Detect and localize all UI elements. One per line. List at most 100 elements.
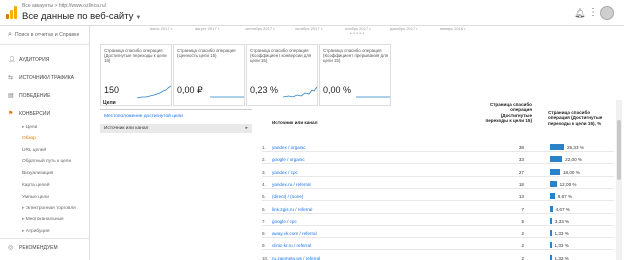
completions-value: 27 — [518, 169, 524, 175]
source-link[interactable]: yandex.ru / referral — [272, 182, 311, 187]
source-link[interactable]: away.vk.com / referral — [272, 231, 317, 236]
percent-value: 25,33 % — [567, 145, 584, 150]
source-link[interactable]: yandex / organic — [272, 145, 306, 150]
table-row[interactable]: 3. yandex / cpc 27 18,00 % — [262, 167, 614, 177]
search-input[interactable]: Поиск в отчетах и Справке — [15, 32, 79, 38]
percent-bar — [550, 205, 553, 212]
table-row[interactable]: 1. yandex / organic 38 25,33 % — [262, 142, 614, 152]
completions-value: 2 — [521, 231, 524, 237]
sidebar-sub-attribution[interactable]: Атрибуция — [22, 229, 50, 234]
source-link[interactable]: google / cpc — [272, 219, 297, 224]
row-number: 4. — [262, 181, 266, 187]
sidebar-sub-multichannel[interactable]: Многоканальные — [22, 217, 64, 222]
completions-value: 33 — [518, 157, 524, 163]
percent-value: 1,33 % — [554, 231, 569, 237]
scrollbar-thumb[interactable] — [617, 120, 621, 180]
percent-value: 1,33 % — [554, 243, 569, 249]
sidebar-item-audience[interactable]: 👤︎ Аудитория — [8, 56, 49, 63]
metric-label: Страница спасибо операция (Коэффициент к… — [250, 48, 312, 64]
sidebar-sub-reverse-path[interactable]: Обратный путь к цели — [22, 159, 71, 164]
divider — [100, 109, 252, 110]
view-selector[interactable]: Все данные по веб-сайту ▼ — [22, 11, 141, 22]
more-dots-icon[interactable]: • • • • • — [350, 31, 364, 37]
source-link[interactable]: ru.zapmeta.ws / referral — [272, 256, 320, 260]
table-row[interactable]: 5. (direct) / (none) 13 8,67 % — [262, 191, 614, 202]
sidebar-sub-funnel[interactable]: Визуализация — [22, 171, 53, 176]
more-vert-icon[interactable]: ⋮ — [588, 7, 598, 18]
row-number: 2. — [262, 157, 266, 163]
source-medium-option[interactable]: Источник или канал ▸ — [100, 124, 252, 133]
metric-label: Страница спасибо операция (Достигнутые п… — [104, 48, 167, 64]
table-row[interactable]: 2. google / organic 33 22,00 % — [262, 154, 614, 165]
percent-bar — [550, 193, 555, 200]
col-header-count[interactable]: Страница спасибо операция (Достигнутые п… — [482, 102, 532, 124]
row-number: 5. — [262, 194, 266, 200]
source-link[interactable]: google / organic — [272, 157, 305, 162]
divider — [0, 44, 90, 45]
table-row[interactable]: 9. clinic-kr.ru / referral 2 1,33 % — [262, 240, 614, 251]
analytics-logo-icon[interactable] — [6, 6, 18, 19]
table-row[interactable]: 7. google / cpc 5 3,33 % — [262, 216, 614, 226]
search-icon: ⌕ — [8, 31, 12, 38]
row-number: 10. — [262, 255, 269, 260]
metric-card-completions[interactable]: Страница спасибо операция (Достигнутые п… — [100, 44, 172, 106]
metric-value: 0,23 % — [250, 85, 279, 95]
sidebar-sub-goal-flow[interactable]: Карта целей — [22, 183, 50, 188]
flag-icon: ⚑ — [8, 111, 14, 117]
breadcrumb[interactable]: Все аккаунты > http://www.ozlinca.ru/ — [22, 3, 106, 9]
sidebar-item-traffic[interactable]: ⇆ Источники трафика — [8, 74, 74, 81]
timeline-label: октябрь 2017 г. — [295, 26, 323, 31]
col-header-percent[interactable]: Страница спасибо операция (Достигнутые п… — [548, 110, 608, 126]
traffic-icon: ⇆ — [8, 75, 14, 81]
source-link[interactable]: link.2gis.ru / referral — [272, 207, 312, 212]
percent-bar — [550, 217, 552, 224]
sidebar-item-conversions[interactable]: ⚑ Конверсии — [8, 110, 50, 117]
sidebar-item-behavior[interactable]: ▤ Поведение — [8, 92, 50, 99]
metric-value: 0,00 ₽ — [177, 85, 203, 95]
sidebar-sub-goals[interactable]: Цели — [22, 125, 38, 130]
table-row[interactable]: 6. link.2gis.ru / referral 7 4,67 % — [262, 204, 614, 214]
chevron-down-icon: ▼ — [135, 15, 142, 21]
timeline-label: январь 2018 г. — [440, 26, 467, 31]
row-number: 1. — [262, 145, 266, 150]
table-row[interactable]: 10. ru.zapmeta.ws / referral 2 1,33 % — [262, 253, 614, 260]
sidebar-search[interactable]: ⌕ Поиск в отчетах и Справке — [8, 31, 79, 39]
goal-location-link[interactable]: Местоположение достигнутой цели — [104, 114, 183, 119]
source-link[interactable]: yandex / cpc — [272, 170, 298, 175]
sidebar-sub-ecommerce[interactable]: Электронная торговля — [22, 206, 76, 211]
sidebar-sub-overview[interactable]: Обзор — [22, 136, 36, 141]
timeline-label: июль 2017 г. — [150, 26, 173, 31]
sparkline — [283, 86, 317, 98]
sidebar-item-recommended[interactable]: ◎ Рекомендуем — [8, 244, 58, 251]
timeline-label: август 2017 г. — [195, 26, 220, 31]
row-number: 9. — [262, 243, 266, 249]
percent-value: 18,00 % — [562, 169, 580, 175]
sidebar-sub-goal-urls[interactable]: URL целей — [22, 148, 46, 153]
table-row[interactable]: 4. yandex.ru / referral 18 12,00 % — [262, 179, 614, 189]
metric-card-value[interactable]: Страница спасибо операция (Ценность цели… — [173, 44, 245, 106]
source-link[interactable]: (direct) / (none) — [272, 194, 303, 199]
top-bar: Все аккаунты > http://www.ozlinca.ru/ Вс… — [0, 0, 624, 26]
sidebar-sub-smart-goals[interactable]: Умные цели — [22, 195, 49, 200]
metric-value: 150 — [104, 85, 120, 95]
sparkline — [356, 96, 390, 98]
percent-bar — [550, 180, 557, 187]
table-row[interactable]: 8. away.vk.com / referral 2 1,33 % — [262, 228, 614, 239]
col-header-source[interactable]: Источник или канал — [272, 120, 318, 125]
metric-card-abandonment-rate[interactable]: Страница спасибо операция (Коэффициент п… — [319, 44, 391, 106]
metric-card-conversion-rate[interactable]: Страница спасибо операция (Коэффициент к… — [246, 44, 318, 106]
bell-icon[interactable]: 🔔︎ — [574, 8, 585, 19]
source-medium-label: Источник или канал — [104, 126, 149, 131]
percent-value: 22,00 % — [565, 157, 583, 163]
timeline-label: декабрь 2017 г. — [390, 26, 419, 31]
behavior-icon: ▤ — [8, 93, 14, 99]
percent-bar — [550, 156, 563, 163]
chevron-right-icon: ▸ — [245, 125, 248, 131]
scrollbar[interactable] — [616, 100, 622, 260]
sidebar: ⌕ Поиск в отчетах и Справке 👤︎ Аудитория ⇆… — [0, 26, 90, 260]
row-number: 7. — [262, 218, 266, 224]
source-link[interactable]: clinic-kr.ru / referral — [272, 243, 311, 248]
view-title: Все данные по веб-сайту — [22, 11, 134, 22]
avatar[interactable] — [600, 6, 614, 20]
row-number: 3. — [262, 169, 266, 175]
